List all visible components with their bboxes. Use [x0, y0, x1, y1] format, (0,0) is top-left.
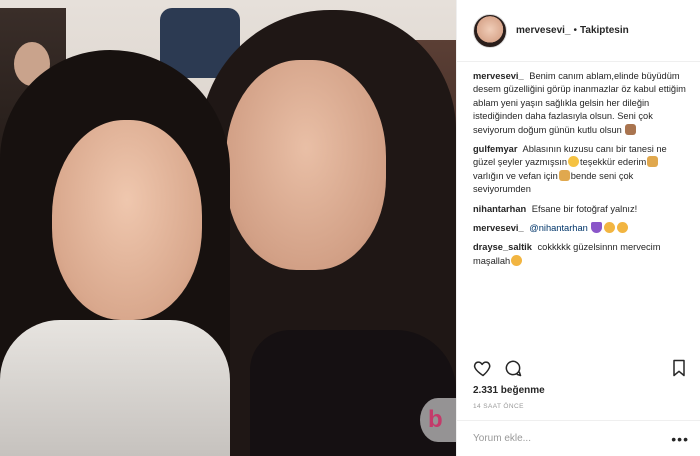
bookmark-icon[interactable] — [669, 358, 689, 378]
comment-mention-link[interactable]: @nihantarhan — [529, 223, 588, 233]
photo-person-right-face — [226, 60, 386, 270]
list-item: mervesevi_ @nihantarhan — [473, 222, 689, 235]
comment-text: Efsane bir fotoğraf yalnız! — [531, 203, 638, 214]
post-timestamp: 14 SAAT ÖNCE — [473, 403, 524, 410]
kiss-emoji-icon — [511, 254, 523, 266]
purple-heart-emoji-icon — [591, 222, 603, 234]
comment-text-part-c: varlığın ve vefan için — [473, 170, 558, 181]
follow-status-button[interactable]: Takiptesin — [580, 25, 629, 36]
comment-input[interactable] — [473, 433, 672, 444]
kiss-emoji-icon — [604, 222, 616, 234]
comment-username[interactable]: mervesevi_ — [473, 223, 524, 233]
grin-emoji-icon — [568, 156, 580, 168]
comments-list: mervesevi_ Benim canım ablam,elinde büyü… — [473, 70, 689, 274]
comment-username[interactable]: nihantarhan — [473, 204, 526, 214]
comment-text-part-b: teşekkür ederim — [580, 157, 647, 168]
heart-outline-icon[interactable] — [473, 358, 493, 378]
speech-bubble-icon[interactable] — [503, 358, 523, 378]
list-item: nihantarhan Efsane bir fotoğraf yalnız! — [473, 203, 689, 216]
list-item: drayse_saltik cokkkkk güzelsinnn merveci… — [473, 241, 689, 268]
post-header: mervesevi_ • Takiptesin — [457, 0, 700, 62]
watermark-logo: b — [420, 398, 456, 442]
kiss-emoji-icon — [617, 222, 629, 234]
avatar[interactable] — [473, 13, 507, 48]
photo-person-left-clothing — [0, 320, 230, 456]
photo-person-right-clothing — [250, 330, 456, 456]
header-username[interactable]: mervesevi_ — [516, 25, 571, 36]
post-side-panel: mervesevi_ • Takiptesin mervesevi_ Benim… — [456, 0, 700, 456]
people-emoji-icon — [647, 156, 659, 168]
post-actions — [473, 356, 689, 380]
post-photo[interactable]: b — [0, 0, 456, 456]
comment-username[interactable]: mervesevi_ — [473, 71, 524, 81]
people-emoji-icon — [558, 169, 570, 181]
more-options-icon[interactable]: ••• — [671, 432, 689, 446]
likes-count[interactable]: 2.331 beğenme — [473, 385, 545, 396]
comment-username[interactable]: gulfemyar — [473, 144, 517, 154]
add-comment-bar: ••• — [457, 420, 700, 456]
header-separator: • — [573, 25, 578, 36]
caption-comment: mervesevi_ Benim canım ablam,elinde büyü… — [473, 70, 689, 137]
comment-username[interactable]: drayse_saltik — [473, 242, 532, 252]
list-item: gulfemyar Ablasının kuzusu canı bir tane… — [473, 143, 689, 197]
photo-person-left-face — [52, 120, 202, 320]
cake-emoji-icon — [625, 123, 637, 135]
